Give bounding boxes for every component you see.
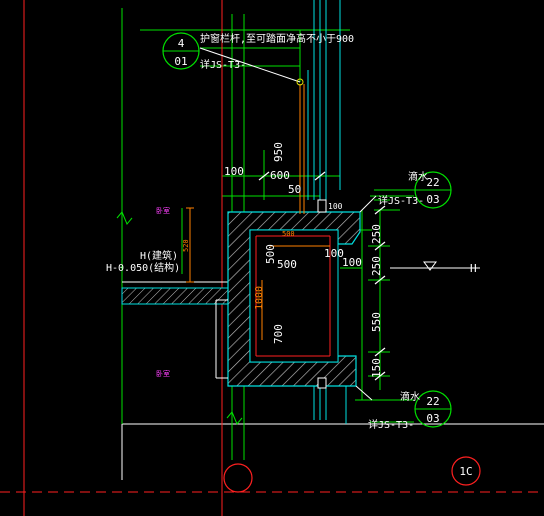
dim-500-v: 500 xyxy=(264,244,277,264)
floor-slab xyxy=(121,281,235,305)
callout-rt-ref: 详JS-T3- xyxy=(378,194,424,207)
callout-rt-sheet: 03 xyxy=(426,193,439,206)
cad-drawing: 4 01 护窗栏杆,至可踏面净高不小于900 详JS-T3- 22 03 滴水 … xyxy=(0,0,544,516)
callout-top-ref: 详JS-T3- xyxy=(200,58,246,71)
dim-100-top: 100 xyxy=(224,165,244,178)
dim-550: 550 xyxy=(370,312,383,332)
dim-950: 950 xyxy=(272,142,285,162)
dim-150: 150 xyxy=(370,358,383,378)
level-structure: H-0.050(结构) xyxy=(106,261,180,274)
dim-520: 520 xyxy=(182,239,190,252)
dim-500-small: 500 xyxy=(282,230,295,238)
room-label-upper: 卧室 xyxy=(156,206,170,215)
callout-rb-num: 22 xyxy=(426,395,439,408)
dim-250-a: 250 xyxy=(370,224,383,244)
callout-top-num: 4 xyxy=(178,37,185,50)
dim-100-right: 100 xyxy=(342,256,362,269)
railing-note: 护窗栏杆,至可踏面净高不小于900 xyxy=(200,32,354,45)
level-building: H(建筑) xyxy=(140,249,178,262)
bay-window-section xyxy=(215,199,361,389)
dim-50: 50 xyxy=(288,183,301,196)
dim-500-h: 500 xyxy=(277,258,297,271)
dim-1000: 1000 xyxy=(254,286,265,310)
level-marker-right xyxy=(390,261,480,271)
callout-rb-ref: 详JS-T3- xyxy=(368,418,414,431)
dim-700: 700 xyxy=(272,324,285,344)
grid-bubbles xyxy=(223,456,481,493)
callout-rt-num: 22 xyxy=(426,176,439,189)
grid-bubble-label: 1C xyxy=(459,465,472,478)
callout-rb-sheet: 03 xyxy=(426,412,439,425)
dim-600: 600 xyxy=(270,169,290,182)
room-label-lower: 卧室 xyxy=(156,369,170,378)
drip-label-top: 滴水 xyxy=(408,170,428,183)
dim-100-inner: 100 xyxy=(324,247,344,260)
level-right: H xyxy=(470,262,477,275)
drip-label-bottom: 滴水 xyxy=(400,390,420,403)
dim-250-b: 250 xyxy=(370,256,383,276)
callout-top-sheet: 01 xyxy=(174,55,187,68)
dim-100-mini: 100 xyxy=(328,202,343,211)
